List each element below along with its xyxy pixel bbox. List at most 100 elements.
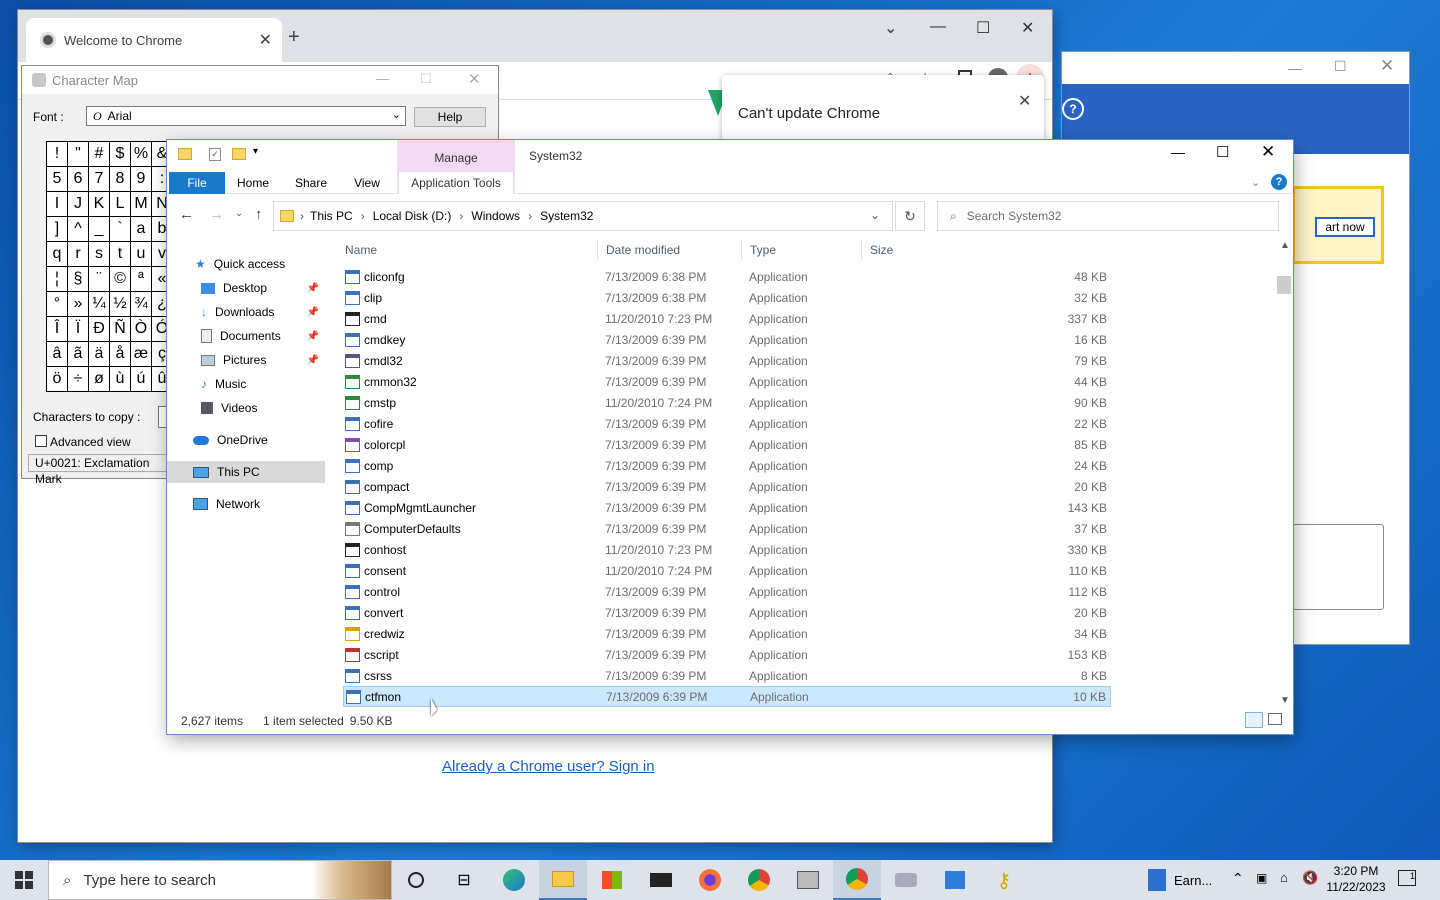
setup-minimize-button[interactable]: — (1288, 60, 1302, 76)
start-now-button[interactable]: art now (1315, 217, 1375, 237)
char-cell[interactable]: 7 (89, 167, 110, 192)
chrome-icon[interactable] (833, 860, 881, 900)
nav-quick-access[interactable]: ★ Quick access (167, 253, 325, 275)
forward-icon[interactable]: → (209, 206, 224, 223)
tab-share[interactable]: Share (287, 172, 335, 194)
edge-icon[interactable] (490, 860, 538, 900)
char-cell[interactable]: % (131, 142, 152, 167)
char-cell[interactable]: 5 (47, 167, 68, 192)
volume-muted-icon[interactable]: 🔇 (1302, 870, 1318, 886)
key-icon[interactable]: ⚷ (980, 860, 1028, 900)
char-cell[interactable]: ! (47, 142, 68, 167)
chrome-tab[interactable]: Welcome to Chrome ✕ (26, 18, 282, 62)
scrollbar-thumb[interactable] (1277, 276, 1291, 294)
nav-this-pc[interactable]: This PC (167, 461, 325, 483)
file-row[interactable]: conhost 11/20/2010 7:23 PM Application 330 … (343, 539, 1111, 560)
address-dropdown-icon[interactable]: ⌄ (870, 208, 880, 222)
nav-downloads[interactable]: ↓ Downloads 📌 (167, 301, 325, 323)
nav-onedrive[interactable]: OneDrive (167, 429, 325, 451)
tab-search-icon[interactable]: ⌄ (884, 18, 897, 38)
char-cell[interactable]: § (68, 267, 89, 292)
close-tab-icon[interactable]: ✕ (259, 30, 272, 50)
breadcrumb-system32[interactable]: System32 (540, 209, 593, 223)
char-cell[interactable]: æ (131, 342, 152, 367)
file-row[interactable]: cmdkey 7/13/2009 6:39 PM Application 16 KB (343, 329, 1111, 350)
qat-dropdown-icon[interactable]: ▾ (253, 146, 258, 157)
breadcrumb-this-pc[interactable]: This PC (310, 209, 353, 223)
mail-icon[interactable] (637, 860, 685, 900)
char-cell[interactable]: " (68, 142, 89, 167)
file-row[interactable]: ctfmon 7/13/2009 6:39 PM Application 10 KB (343, 686, 1111, 707)
file-row[interactable]: ComputerDefaults 7/13/2009 6:39 PM Applica… (343, 518, 1111, 539)
network-icon[interactable]: ⌂ (1280, 870, 1288, 885)
char-cell[interactable]: Ò (131, 317, 152, 342)
nav-music[interactable]: ♪ Music (167, 373, 325, 395)
column-divider[interactable] (741, 240, 742, 260)
file-row[interactable]: cmstp 11/20/2010 7:24 PM Application 90 KB (343, 392, 1111, 413)
pin-icon[interactable]: 📌 (307, 283, 319, 294)
char-cell[interactable]: Î (47, 317, 68, 342)
new-tab-icon[interactable]: + (288, 26, 300, 49)
nav-documents[interactable]: Documents 📌 (167, 325, 325, 347)
nav-network[interactable]: Network (167, 493, 325, 515)
column-name[interactable]: Name (345, 238, 377, 262)
char-cell[interactable]: $ (110, 142, 131, 167)
file-explorer-icon[interactable] (539, 860, 587, 900)
char-cell[interactable]: å (110, 342, 131, 367)
details-view-icon[interactable] (1245, 712, 1263, 728)
address-bar[interactable]: › This PC › Local Disk (D:) › Windows › … (273, 201, 893, 231)
file-row[interactable]: csrss 7/13/2009 6:39 PM Application 8 KB (343, 665, 1111, 686)
char-cell[interactable]: ¦ (47, 267, 68, 292)
taskbar-app-word[interactable]: Earn... (1148, 860, 1224, 900)
character-grid[interactable]: ! " # $% & 5 6 7 8 9: I J K L M N] ^ _ ` a b q r s t u v ¦ § ¨ © ª «°» ¼ ½… (46, 141, 173, 392)
char-cell[interactable]: s (89, 242, 110, 267)
properties-icon[interactable]: ✓ (209, 148, 221, 161)
font-select[interactable]: O Arial ⌄ (86, 106, 406, 126)
minimize-icon[interactable]: — (930, 18, 946, 36)
char-cell[interactable]: u (131, 242, 152, 267)
char-cell[interactable]: K (89, 192, 110, 217)
advanced-view-checkbox[interactable] (35, 435, 47, 447)
char-cell[interactable]: M (131, 192, 152, 217)
scroll-down-icon[interactable]: ▼ (1280, 695, 1290, 706)
tab-file[interactable]: File (169, 172, 225, 194)
pin-icon[interactable]: 📌 (307, 355, 319, 366)
close-icon[interactable]: ✕ (1021, 18, 1034, 38)
setup-close-button[interactable]: ✕ (1380, 56, 1394, 76)
column-divider[interactable] (861, 240, 862, 260)
char-cell[interactable]: ö (47, 367, 68, 392)
file-row[interactable]: credwiz 7/13/2009 6:39 PM Application 34 KB (343, 623, 1111, 644)
char-cell[interactable]: ` (110, 217, 131, 242)
signin-link[interactable]: Already a Chrome user? Sign in (442, 758, 655, 775)
char-cell[interactable]: 8 (110, 167, 131, 192)
breadcrumb-windows[interactable]: Windows (471, 209, 520, 223)
file-row[interactable]: cliconfg 7/13/2009 6:38 PM Application 48 K… (343, 266, 1111, 287)
char-cell[interactable]: ø (89, 367, 110, 392)
char-cell[interactable]: _ (89, 217, 110, 242)
char-cell[interactable]: ¼ (89, 292, 110, 317)
clock[interactable]: 3:20 PM 11/22/2023 (1324, 863, 1388, 895)
char-cell[interactable]: q (47, 242, 68, 267)
file-row[interactable]: cmdl32 7/13/2009 6:39 PM Application 79 KB (343, 350, 1111, 371)
nav-pictures[interactable]: Pictures 📌 (167, 349, 325, 371)
char-cell[interactable]: ½ (110, 292, 131, 317)
char-cell[interactable]: ª (131, 267, 152, 292)
tab-home[interactable]: Home (229, 172, 277, 194)
cortana-icon[interactable] (392, 860, 440, 900)
task-view-icon[interactable]: ⊟ (440, 860, 488, 900)
new-folder-icon[interactable] (232, 148, 246, 160)
file-row[interactable]: cofire 7/13/2009 6:39 PM Application 22 KB (343, 413, 1111, 434)
char-cell[interactable]: I (47, 192, 68, 217)
close-icon[interactable]: ✕ (1261, 142, 1275, 162)
char-cell[interactable]: J (68, 192, 89, 217)
column-divider[interactable] (597, 240, 598, 260)
char-cell[interactable]: Ï (68, 317, 89, 342)
film-icon[interactable] (784, 860, 832, 900)
back-icon[interactable]: ← (179, 206, 194, 223)
char-cell[interactable]: ã (68, 342, 89, 367)
charmap-taskbar-icon[interactable] (882, 860, 930, 900)
column-date[interactable]: Date modified (606, 238, 680, 262)
store-icon[interactable] (588, 860, 636, 900)
char-cell[interactable]: ¾ (131, 292, 152, 317)
up-icon[interactable]: ↑ (255, 206, 263, 223)
